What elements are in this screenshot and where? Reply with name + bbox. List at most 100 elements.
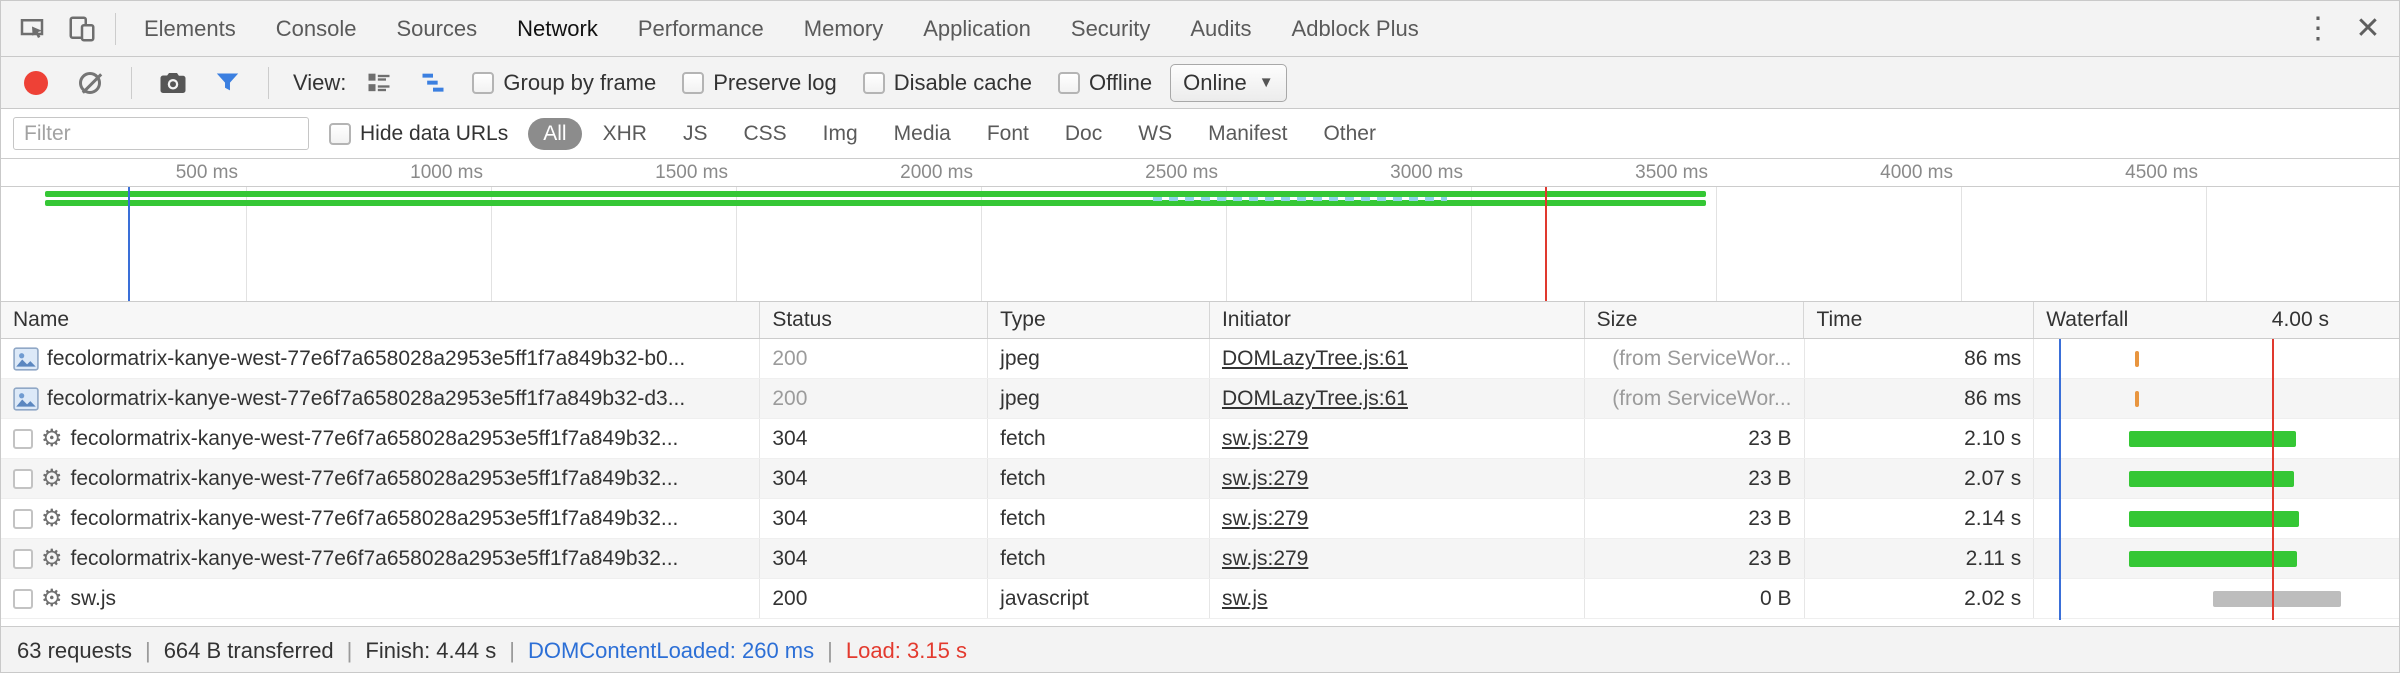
type-filter-ws[interactable]: WS bbox=[1123, 118, 1187, 150]
waterfall-overview-icon bbox=[419, 69, 447, 97]
overview-tick-label: 3000 ms bbox=[1313, 162, 1463, 184]
cell-waterfall bbox=[2034, 499, 2399, 538]
column-header-waterfall[interactable]: Waterfall 4.00 s bbox=[2034, 302, 2399, 338]
waterfall-bar bbox=[2135, 391, 2139, 407]
separator: | bbox=[827, 638, 833, 664]
tab-console[interactable]: Console bbox=[256, 1, 377, 56]
cell-type: jpeg bbox=[988, 339, 1210, 378]
tabbar-right-controls: ⋮ ✕ bbox=[2293, 6, 2399, 52]
checkbox-offline[interactable]: Offline bbox=[1058, 70, 1152, 96]
column-header-time[interactable]: Time bbox=[1804, 302, 2034, 338]
initiator-link[interactable]: sw.js:279 bbox=[1222, 507, 1308, 531]
filter-toggle-button[interactable] bbox=[206, 63, 248, 103]
device-toolbar-icon[interactable] bbox=[57, 6, 107, 52]
more-options-icon[interactable]: ⋮ bbox=[2293, 6, 2343, 52]
column-header-name[interactable]: Name bbox=[1, 302, 760, 338]
tab-memory[interactable]: Memory bbox=[784, 1, 903, 56]
cell-initiator: sw.js bbox=[1210, 579, 1585, 618]
type-filter-xhr[interactable]: XHR bbox=[588, 118, 662, 150]
tab-network[interactable]: Network bbox=[497, 1, 618, 56]
timeline-overview[interactable]: 500 ms1000 ms1500 ms2000 ms2500 ms3000 m… bbox=[1, 159, 2399, 301]
type-filter-all[interactable]: All bbox=[528, 118, 581, 150]
large-request-rows-toggle[interactable] bbox=[358, 63, 400, 103]
cell-name: fecolormatrix-kanye-west-77e6f7a658028a2… bbox=[1, 379, 760, 418]
tab-adblock-plus[interactable]: Adblock Plus bbox=[1272, 1, 1439, 56]
request-row[interactable]: ⚙fecolormatrix-kanye-west-77e6f7a658028a… bbox=[1, 459, 2399, 499]
request-row[interactable]: ⚙fecolormatrix-kanye-west-77e6f7a658028a… bbox=[1, 419, 2399, 459]
request-row[interactable]: fecolormatrix-kanye-west-77e6f7a658028a2… bbox=[1, 379, 2399, 419]
cell-waterfall bbox=[2034, 579, 2399, 618]
initiator-link[interactable]: DOMLazyTree.js:61 bbox=[1222, 347, 1408, 371]
tab-audits[interactable]: Audits bbox=[1170, 1, 1271, 56]
column-header-size[interactable]: Size bbox=[1585, 302, 1805, 338]
devtools-window: ElementsConsoleSourcesNetworkPerformance… bbox=[0, 0, 2400, 673]
type-filter-media[interactable]: Media bbox=[879, 118, 966, 150]
network-throttling-select[interactable]: Online ▼ bbox=[1170, 64, 1286, 102]
tab-security[interactable]: Security bbox=[1051, 1, 1170, 56]
record-icon bbox=[24, 71, 48, 95]
cell-time: 2.07 s bbox=[1805, 459, 2035, 498]
load-time: Load: 3.15 s bbox=[846, 638, 967, 664]
request-row[interactable]: ⚙fecolormatrix-kanye-west-77e6f7a658028a… bbox=[1, 499, 2399, 539]
type-filter-img[interactable]: Img bbox=[808, 118, 873, 150]
type-filter-manifest[interactable]: Manifest bbox=[1193, 118, 1302, 150]
cell-size: 23 B bbox=[1585, 419, 1805, 458]
status-bar: 63 requests | 664 B transferred | Finish… bbox=[1, 626, 2399, 673]
list-view-icon bbox=[365, 69, 393, 97]
checkbox-group-by-frame[interactable]: Group by frame bbox=[472, 70, 656, 96]
filter-input[interactable] bbox=[13, 117, 309, 150]
cell-name: ⚙fecolormatrix-kanye-west-77e6f7a658028a… bbox=[1, 419, 760, 458]
tab-elements[interactable]: Elements bbox=[124, 1, 256, 56]
show-overview-toggle[interactable] bbox=[412, 63, 454, 103]
capture-screenshots-button[interactable] bbox=[152, 63, 194, 103]
column-header-status[interactable]: Status bbox=[760, 302, 988, 338]
cell-time: 2.11 s bbox=[1805, 539, 2035, 578]
view-label: View: bbox=[293, 70, 346, 96]
initiator-link[interactable]: sw.js:279 bbox=[1222, 467, 1308, 491]
inspect-element-icon[interactable] bbox=[7, 6, 57, 52]
panel-tabs: ElementsConsoleSourcesNetworkPerformance… bbox=[124, 1, 1439, 56]
initiator-link[interactable]: sw.js:279 bbox=[1222, 547, 1308, 571]
tab-application[interactable]: Application bbox=[903, 1, 1051, 56]
tab-sources[interactable]: Sources bbox=[376, 1, 497, 56]
toolbar-checkboxes: Group by frame Preserve log Disable cache O… bbox=[472, 70, 1152, 96]
camera-icon bbox=[158, 68, 188, 98]
type-filter-other[interactable]: Other bbox=[1308, 118, 1391, 150]
tabbar-separator bbox=[115, 13, 116, 45]
cell-waterfall bbox=[2034, 459, 2399, 498]
type-filter-js[interactable]: JS bbox=[668, 118, 723, 150]
request-row[interactable]: fecolormatrix-kanye-west-77e6f7a658028a2… bbox=[1, 339, 2399, 379]
cell-status: 304 bbox=[760, 459, 988, 498]
type-filter-font[interactable]: Font bbox=[972, 118, 1044, 150]
type-filter-doc[interactable]: Doc bbox=[1050, 118, 1117, 150]
overview-gridline bbox=[1716, 187, 1717, 301]
initiator-link[interactable]: sw.js bbox=[1222, 587, 1268, 611]
checkbox-preserve-log[interactable]: Preserve log bbox=[682, 70, 837, 96]
column-header-initiator[interactable]: Initiator bbox=[1210, 302, 1585, 338]
close-icon[interactable]: ✕ bbox=[2343, 6, 2393, 52]
record-button[interactable] bbox=[15, 63, 57, 103]
ruler-line bbox=[1, 186, 2399, 187]
clear-button[interactable] bbox=[69, 63, 111, 103]
cell-type: fetch bbox=[988, 419, 1210, 458]
cell-type: javascript bbox=[988, 579, 1210, 618]
type-filter-css[interactable]: CSS bbox=[728, 118, 801, 150]
request-row[interactable]: ⚙sw.js200javascriptsw.js0 B2.02 s bbox=[1, 579, 2399, 619]
cell-type: fetch bbox=[988, 539, 1210, 578]
resource-square-icon bbox=[13, 429, 33, 449]
checkbox-disable-cache[interactable]: Disable cache bbox=[863, 70, 1032, 96]
hide-data-urls-label: Hide data URLs bbox=[360, 122, 508, 146]
hide-data-urls-checkbox[interactable]: Hide data URLs bbox=[329, 122, 508, 146]
waterfall-bar bbox=[2135, 351, 2139, 367]
initiator-link[interactable]: DOMLazyTree.js:61 bbox=[1222, 387, 1408, 411]
resource-square-icon bbox=[13, 549, 33, 569]
cell-type: fetch bbox=[988, 459, 1210, 498]
resource-square-icon bbox=[13, 509, 33, 529]
initiator-link[interactable]: sw.js:279 bbox=[1222, 427, 1308, 451]
request-name: fecolormatrix-kanye-west-77e6f7a658028a2… bbox=[71, 507, 679, 531]
request-row[interactable]: ⚙fecolormatrix-kanye-west-77e6f7a658028a… bbox=[1, 539, 2399, 579]
overview-tick-label: 3500 ms bbox=[1558, 162, 1708, 184]
throttling-value: Online bbox=[1183, 70, 1247, 96]
tab-performance[interactable]: Performance bbox=[618, 1, 784, 56]
column-header-type[interactable]: Type bbox=[988, 302, 1210, 338]
